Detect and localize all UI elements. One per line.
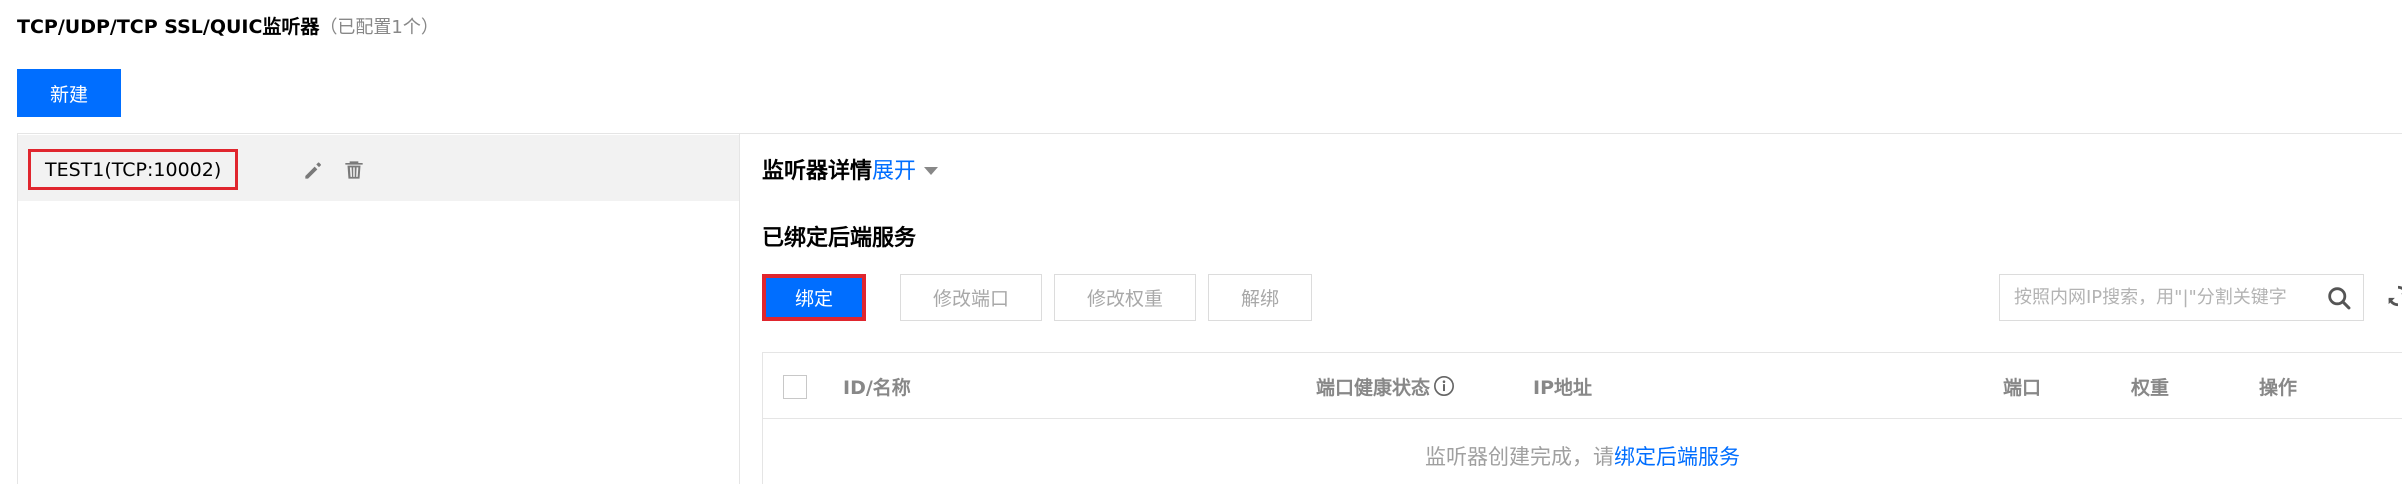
search-icon[interactable]: [2325, 284, 2353, 312]
listener-list-item[interactable]: TEST1(TCP:10002): [18, 135, 739, 201]
modify-weight-button[interactable]: 修改权重: [1054, 274, 1196, 321]
listener-layout: TEST1(TCP:10002) 监听器详情 展开 已绑定后端服务 绑定 修改端口…: [17, 133, 2402, 484]
expand-link[interactable]: 展开: [872, 153, 916, 185]
empty-state-text: 监听器创建完成，请: [1425, 445, 1614, 469]
select-all-checkbox[interactable]: [783, 375, 807, 399]
unbind-button[interactable]: 解绑: [1208, 274, 1312, 321]
search-box: [1999, 274, 2364, 321]
column-health-label: 端口健康状态: [1316, 376, 1431, 399]
listener-detail-heading: 监听器详情 展开: [762, 153, 939, 185]
delete-icon[interactable]: [341, 157, 367, 183]
listener-name[interactable]: TEST1(TCP:10002): [28, 149, 239, 190]
table-header: ID/名称 端口健康状态 IP地址 端口 权重 操作: [763, 353, 2402, 419]
column-weight: 权重: [2131, 376, 2170, 399]
column-actions: 操作: [2259, 376, 2298, 399]
new-listener-button[interactable]: 新建: [17, 69, 121, 117]
column-port: 端口: [2003, 376, 2042, 399]
bind-backend-link[interactable]: 绑定后端服务: [1614, 445, 1740, 469]
listener-detail-panel: 监听器详情展开 已绑定后端服务 绑定 修改端口 修改权重 解绑 ID/名称 端口…: [762, 134, 2402, 484]
column-health: 端口健康状态: [1316, 353, 1455, 419]
detail-title: 监听器详情: [762, 159, 873, 184]
bound-backend-title: 已绑定后端服务: [762, 226, 917, 251]
section-title-text: TCP/UDP/TCP SSL/QUIC监听器: [17, 16, 320, 38]
bind-button[interactable]: 绑定: [762, 274, 866, 321]
listener-section-title: TCP/UDP/TCP SSL/QUIC监听器（已配置1个）: [17, 12, 439, 39]
listener-count: （已配置1个）: [319, 17, 439, 38]
column-ip: IP地址: [1533, 376, 1592, 399]
listener-list-panel: TEST1(TCP:10002): [17, 134, 740, 484]
caret-down-icon[interactable]: [924, 166, 939, 175]
refresh-icon[interactable]: [2383, 281, 2402, 311]
empty-state-message: 监听器创建完成，请绑定后端服务: [763, 441, 2402, 471]
info-icon[interactable]: [1433, 375, 1455, 397]
backend-table: ID/名称 端口健康状态 IP地址 端口 权重 操作 监听器创建完成，请绑定后端…: [762, 352, 2402, 484]
modify-port-button[interactable]: 修改端口: [900, 274, 1042, 321]
search-input[interactable]: [2014, 275, 2314, 320]
column-id-name: ID/名称: [843, 376, 911, 399]
edit-icon[interactable]: [301, 157, 327, 183]
